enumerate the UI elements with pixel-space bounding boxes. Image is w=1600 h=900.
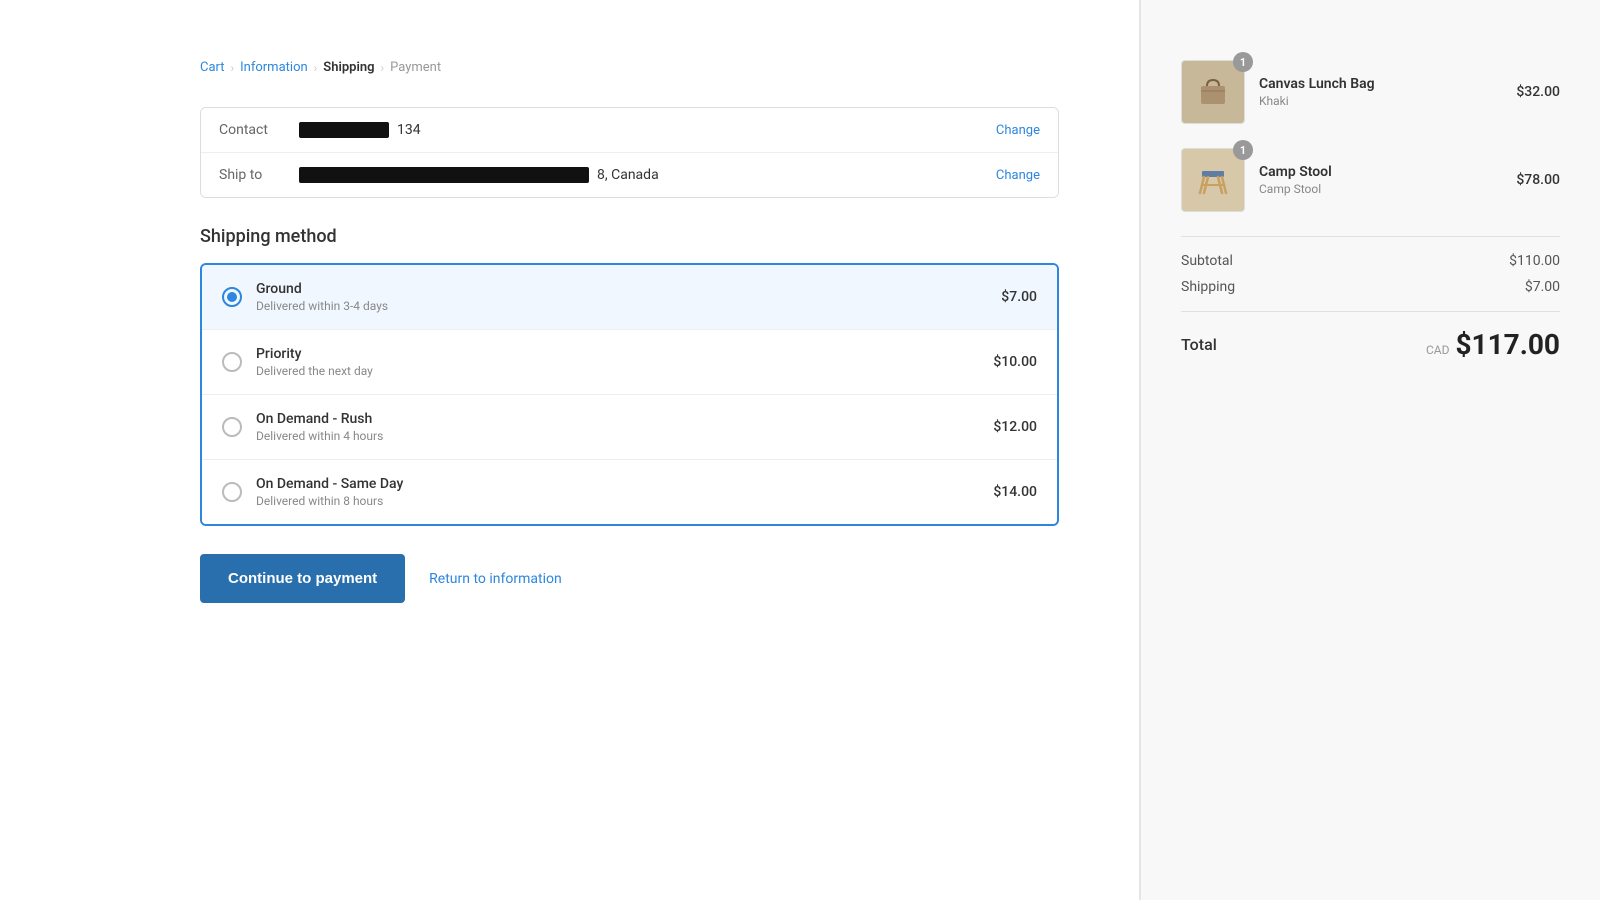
option-name-priority: Priority bbox=[256, 346, 993, 362]
contact-suffix: 134 bbox=[397, 122, 421, 138]
currency-label: CAD bbox=[1426, 343, 1450, 357]
shipping-method-title: Shipping method bbox=[200, 226, 1059, 247]
item-variant-camp-stool: Camp Stool bbox=[1259, 182, 1502, 196]
option-name-on-demand-rush: On Demand - Rush bbox=[256, 411, 993, 427]
option-desc-on-demand-same-day: Delivered within 8 hours bbox=[256, 494, 993, 508]
actions: Continue to payment Return to informatio… bbox=[200, 554, 1059, 603]
total-label: Total bbox=[1181, 335, 1217, 354]
item-badge-camp-stool: 1 bbox=[1233, 140, 1253, 160]
breadcrumb-shipping: Shipping bbox=[323, 60, 374, 75]
option-desc-priority: Delivered the next day bbox=[256, 364, 993, 378]
shipping-value: $7.00 bbox=[1525, 279, 1560, 295]
ship-to-value: 8, Canada bbox=[299, 167, 996, 183]
info-box: Contact 134 Change Ship to 8, Canada Cha… bbox=[200, 107, 1059, 198]
item-info-camp-stool: Camp Stool Camp Stool bbox=[1259, 164, 1502, 196]
right-panel: 1 Canvas Lunch Bag Khaki $32.00 bbox=[1140, 0, 1600, 900]
order-item-camp-stool: 1 Camp Stool Camp Stool $78.00 bbox=[1181, 148, 1560, 212]
chevron-icon-1: › bbox=[231, 61, 235, 75]
contact-change[interactable]: Change bbox=[996, 123, 1040, 138]
option-price-ground: $7.00 bbox=[1001, 289, 1037, 305]
total-right: CAD $117.00 bbox=[1426, 328, 1560, 361]
contact-redacted bbox=[299, 122, 389, 138]
subtotal-row: Subtotal $110.00 bbox=[1181, 253, 1560, 269]
ship-to-change[interactable]: Change bbox=[996, 168, 1040, 183]
radio-inner-ground bbox=[227, 292, 237, 302]
left-panel: Cart › Information › Shipping › Payment … bbox=[0, 0, 1140, 900]
return-to-information-link[interactable]: Return to information bbox=[429, 571, 562, 587]
radio-on-demand-same-day[interactable] bbox=[222, 482, 242, 502]
subtotal-value: $110.00 bbox=[1509, 253, 1560, 269]
shipping-option-on-demand-rush[interactable]: On Demand - Rush Delivered within 4 hour… bbox=[202, 394, 1057, 459]
item-price-canvas-lunch-bag: $32.00 bbox=[1516, 84, 1560, 100]
radio-on-demand-rush[interactable] bbox=[222, 417, 242, 437]
chevron-icon-3: › bbox=[381, 61, 385, 75]
item-info-canvas-lunch-bag: Canvas Lunch Bag Khaki bbox=[1259, 76, 1502, 108]
ship-to-suffix: 8, Canada bbox=[597, 167, 659, 183]
item-price-camp-stool: $78.00 bbox=[1516, 172, 1560, 188]
shipping-option-priority[interactable]: Priority Delivered the next day $10.00 bbox=[202, 329, 1057, 394]
ship-to-redacted bbox=[299, 167, 589, 183]
option-price-on-demand-rush: $12.00 bbox=[993, 419, 1037, 435]
breadcrumb-information[interactable]: Information bbox=[240, 60, 308, 75]
order-item-canvas-lunch-bag: 1 Canvas Lunch Bag Khaki $32.00 bbox=[1181, 60, 1560, 124]
item-badge-canvas-lunch-bag: 1 bbox=[1233, 52, 1253, 72]
option-price-on-demand-same-day: $14.00 bbox=[993, 484, 1037, 500]
option-desc-on-demand-rush: Delivered within 4 hours bbox=[256, 429, 993, 443]
divider-1 bbox=[1181, 236, 1560, 237]
item-thumb-wrap-camp-stool: 1 bbox=[1181, 148, 1245, 212]
radio-ground[interactable] bbox=[222, 287, 242, 307]
radio-priority[interactable] bbox=[222, 352, 242, 372]
item-variant-canvas-lunch-bag: Khaki bbox=[1259, 94, 1502, 108]
subtotal-label: Subtotal bbox=[1181, 253, 1233, 269]
chevron-icon-2: › bbox=[314, 61, 318, 75]
shipping-options: Ground Delivered within 3-4 days $7.00 P… bbox=[200, 263, 1059, 526]
shipping-option-on-demand-same-day[interactable]: On Demand - Same Day Delivered within 8 … bbox=[202, 459, 1057, 524]
breadcrumb: Cart › Information › Shipping › Payment bbox=[200, 60, 1059, 75]
shipping-row: Shipping $7.00 bbox=[1181, 279, 1560, 295]
shipping-label: Shipping bbox=[1181, 279, 1235, 295]
option-name-ground: Ground bbox=[256, 281, 1001, 297]
item-name-camp-stool: Camp Stool bbox=[1259, 164, 1502, 180]
shipping-option-ground[interactable]: Ground Delivered within 3-4 days $7.00 bbox=[202, 265, 1057, 329]
option-name-on-demand-same-day: On Demand - Same Day bbox=[256, 476, 993, 492]
contact-row: Contact 134 Change bbox=[201, 108, 1058, 152]
camp-stool-icon bbox=[1194, 161, 1232, 199]
total-value: $117.00 bbox=[1455, 328, 1560, 361]
item-thumb-camp-stool bbox=[1181, 148, 1245, 212]
contact-label: Contact bbox=[219, 122, 299, 138]
ship-to-row: Ship to 8, Canada Change bbox=[201, 152, 1058, 197]
contact-value: 134 bbox=[299, 122, 996, 138]
item-name-canvas-lunch-bag: Canvas Lunch Bag bbox=[1259, 76, 1502, 92]
continue-to-payment-button[interactable]: Continue to payment bbox=[200, 554, 405, 603]
item-thumb-canvas-lunch-bag bbox=[1181, 60, 1245, 124]
item-thumb-wrap-canvas-lunch-bag: 1 bbox=[1181, 60, 1245, 124]
ship-to-label: Ship to bbox=[219, 167, 299, 183]
divider-2 bbox=[1181, 311, 1560, 312]
breadcrumb-cart[interactable]: Cart bbox=[200, 60, 225, 75]
option-desc-ground: Delivered within 3-4 days bbox=[256, 299, 1001, 313]
canvas-lunch-bag-icon bbox=[1195, 74, 1231, 110]
total-row: Total CAD $117.00 bbox=[1181, 328, 1560, 361]
breadcrumb-payment: Payment bbox=[390, 60, 441, 75]
option-price-priority: $10.00 bbox=[993, 354, 1037, 370]
